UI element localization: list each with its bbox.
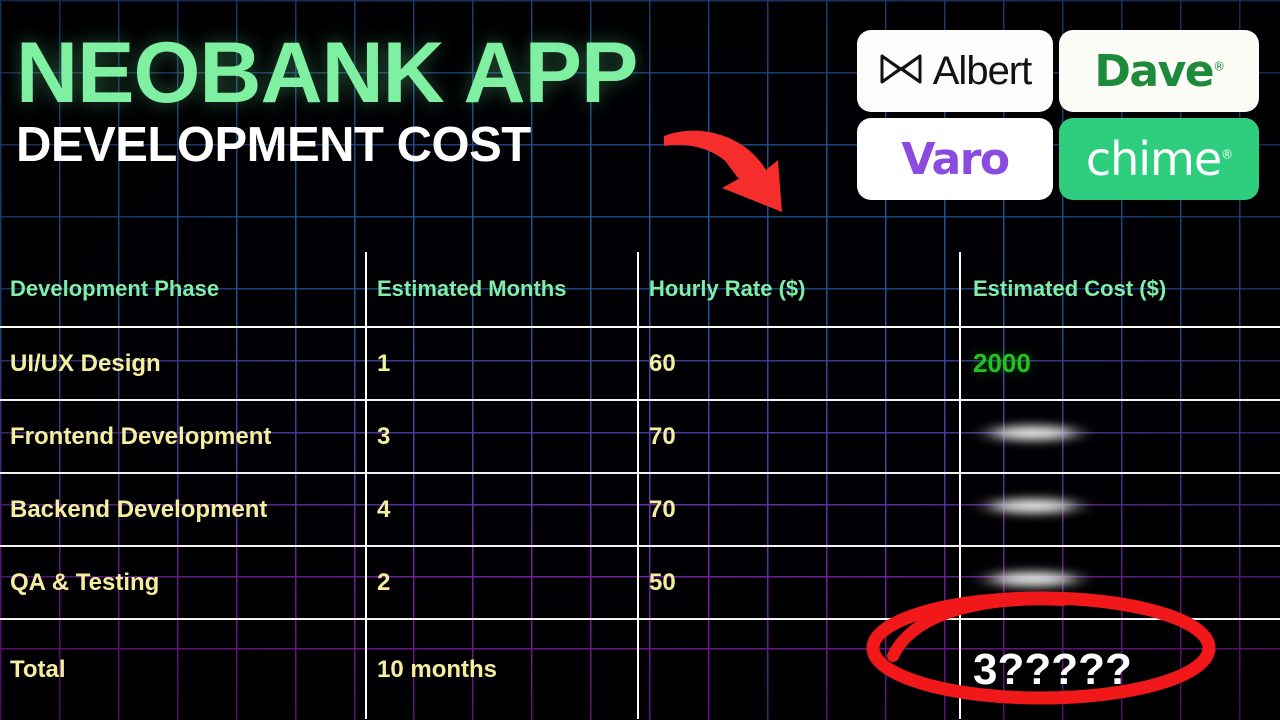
bowtie-icon xyxy=(879,52,923,91)
cost-table: Development Phase Estimated Months Hourl… xyxy=(0,252,1280,719)
cell-rate: 70 xyxy=(638,473,961,547)
cell-phase: UI/UX Design xyxy=(0,327,367,401)
cell-cost xyxy=(960,473,1280,547)
cell-total-rate xyxy=(638,619,961,719)
table-row-total: Total 10 months 3????? xyxy=(0,591,1280,719)
headline-block: NEOBANK APP DEVELOPMENT COST xyxy=(16,25,638,173)
cell-months: 1 xyxy=(366,327,639,401)
cell-phase: Backend Development xyxy=(0,473,367,547)
column-header-months: Estimated Months xyxy=(366,252,639,328)
poster-canvas: NEOBANK APP DEVELOPMENT COST Albert Dave… xyxy=(0,0,1280,720)
redacted-cost-value xyxy=(973,422,1093,444)
cell-total-label: Total xyxy=(0,619,367,719)
cell-cost xyxy=(960,546,1280,620)
registered-mark-dave: ® xyxy=(1213,58,1225,73)
logo-text-chime: chime xyxy=(1085,132,1222,186)
logo-card-dave[interactable]: Dave® xyxy=(1059,30,1259,112)
cost-table-container: Development Phase Estimated Months Hourl… xyxy=(0,252,1280,719)
cost-value: 2000 xyxy=(973,348,1031,378)
column-header-phase: Development Phase xyxy=(0,252,367,328)
page-subtitle: DEVELOPMENT COST xyxy=(16,118,531,173)
cell-rate: 50 xyxy=(638,546,961,620)
cost-table-body: UI/UX Design 1 60 2000 Frontend Developm… xyxy=(0,327,1280,719)
cell-total-cost: 3????? xyxy=(866,591,1280,719)
redacted-cost-value xyxy=(973,568,1093,590)
logo-label-varo: Varo xyxy=(901,133,1010,185)
logo-card-albert[interactable]: Albert xyxy=(857,30,1053,112)
cell-rate: 70 xyxy=(638,400,961,474)
logo-label-chime: chime® xyxy=(1085,132,1233,186)
registered-mark-chime: ® xyxy=(1221,147,1233,162)
header-row: Development Phase Estimated Months Hourl… xyxy=(0,252,1280,328)
logo-card-chime[interactable]: chime® xyxy=(1059,118,1259,200)
table-row: UI/UX Design 1 60 2000 xyxy=(0,327,1280,401)
cell-rate: 60 xyxy=(638,327,961,401)
redacted-cost-value xyxy=(973,495,1093,517)
cell-months: 3 xyxy=(366,400,639,474)
logo-label-albert: Albert xyxy=(932,48,1032,93)
logo-card-varo[interactable]: Varo xyxy=(857,118,1053,200)
page-title: NEOBANK APP xyxy=(16,25,638,121)
cost-table-header: Development Phase Estimated Months Hourl… xyxy=(0,252,1280,328)
table-row: QA & Testing 2 50 xyxy=(0,546,1280,620)
cell-months: 2 xyxy=(366,546,639,620)
table-row: Backend Development 4 70 xyxy=(0,473,1280,547)
column-header-cost: Estimated Cost ($) xyxy=(960,252,1280,328)
logo-text-dave: Dave xyxy=(1094,45,1214,97)
cell-cost: 2000 xyxy=(960,327,1280,401)
logo-label-dave: Dave® xyxy=(1094,45,1225,97)
cell-months: 4 xyxy=(366,473,639,547)
table-row: Frontend Development 3 70 xyxy=(0,400,1280,474)
curved-red-arrow-icon xyxy=(660,112,810,222)
brand-logo-grid: Albert Dave® Varo chime® xyxy=(857,30,1259,200)
total-cost-value: 3????? xyxy=(973,644,1132,694)
cell-phase: QA & Testing xyxy=(0,546,367,620)
cell-cost xyxy=(960,400,1280,474)
column-header-rate: Hourly Rate ($) xyxy=(638,252,961,328)
cell-total-months: 10 months xyxy=(366,619,639,719)
cell-phase: Frontend Development xyxy=(0,400,367,474)
